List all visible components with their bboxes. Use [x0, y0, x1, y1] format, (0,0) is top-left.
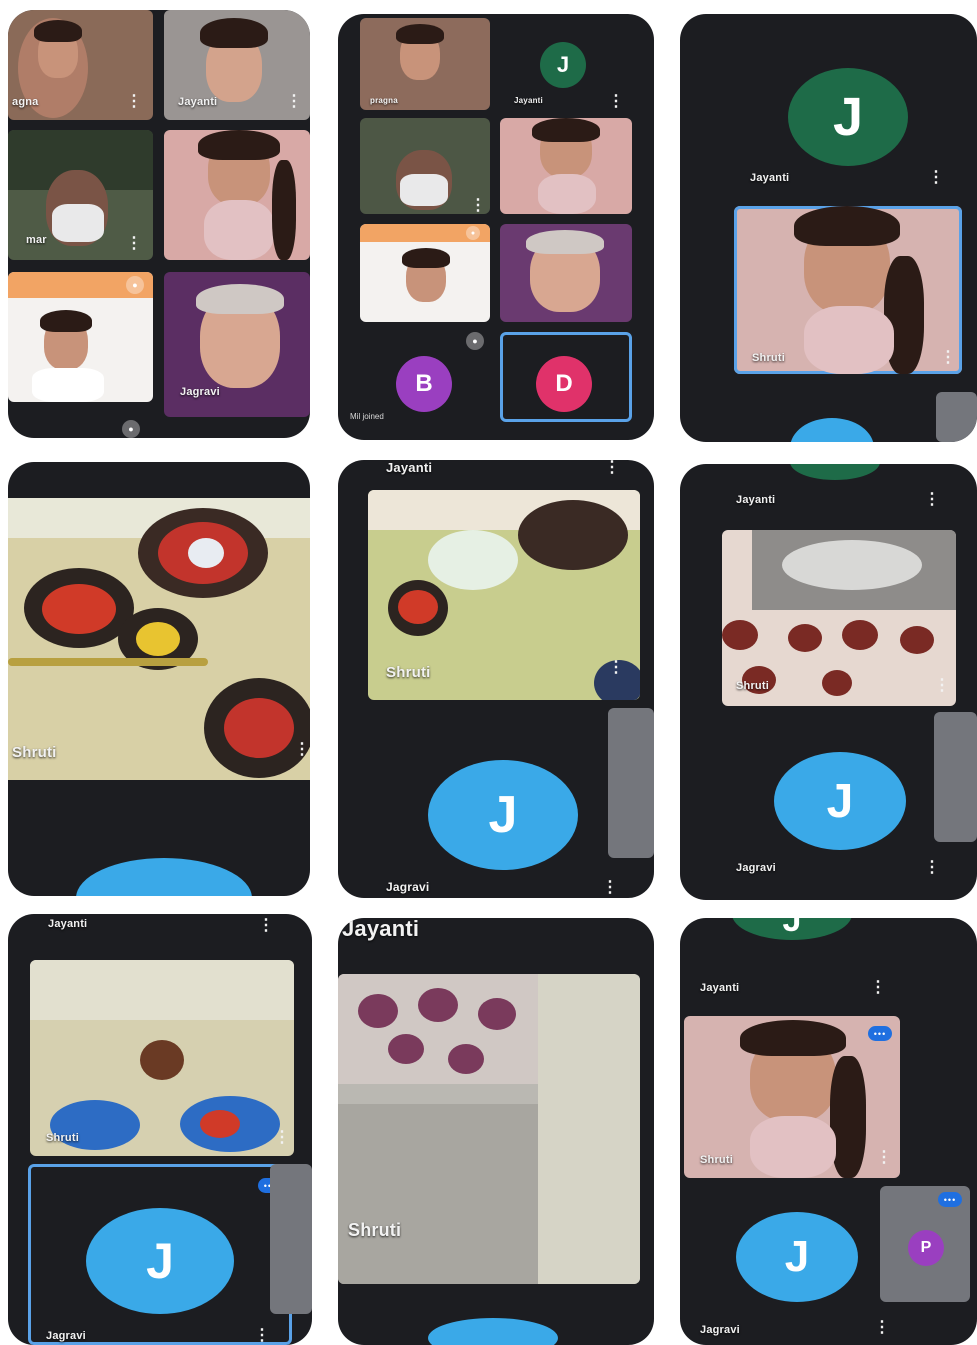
screenshot-screen-share: Shruti ⋮ — [8, 462, 310, 896]
video-tile-selected[interactable]: D — [500, 332, 632, 422]
more-vert-icon[interactable]: ⋮ — [934, 678, 950, 694]
participant-name: Jagravi — [180, 386, 220, 398]
screenshot-grid-call-2: pragna J Jayanti ⋮ ⋮ ● ● B D Mil joined — [338, 14, 654, 440]
video-tile[interactable] — [500, 224, 632, 322]
more-vert-icon[interactable]: ⋮ — [470, 198, 486, 214]
participant-name: Shruti — [736, 680, 769, 692]
self-view-thumbnail[interactable] — [608, 708, 654, 858]
participant-name: Shruti — [12, 744, 57, 761]
video-tile[interactable]: Jagravi — [164, 272, 310, 417]
more-vert-icon[interactable]: ⋮ — [940, 350, 956, 366]
screenshot-screen-share-3: Jayanti ⋮ Shruti ⋮ J Jagravi ⋮ — [680, 464, 977, 900]
participant-name: Jayanti — [386, 460, 433, 475]
avatar: D — [536, 356, 592, 412]
avatar: J — [732, 918, 852, 940]
avatar — [428, 1318, 558, 1345]
participant-name: Jayanti — [178, 96, 218, 108]
mic-off-icon: ● — [122, 420, 140, 438]
participant-name: Jayanti — [700, 982, 740, 994]
self-view-thumbnail[interactable] — [936, 392, 977, 442]
mic-off-icon: ● — [466, 226, 480, 240]
shared-video-tile[interactable]: Shruti ⋮ — [8, 498, 310, 780]
shared-video-tile[interactable]: Shruti ⋮ — [30, 960, 294, 1156]
avatar: J — [736, 1212, 858, 1302]
more-vert-icon[interactable]: ⋮ — [274, 1130, 290, 1146]
more-vert-icon[interactable]: ⋮ — [286, 94, 302, 110]
mic-off-icon: ● — [126, 276, 144, 294]
screenshot-grid-call: agna ⋮ Jayanti ⋮ mar ⋮ ● Jagravi ● — [8, 10, 310, 438]
avatar — [76, 858, 252, 896]
screenshot-screen-share-5: Jayanti Shruti — [338, 918, 654, 1345]
video-tile[interactable]: pragna — [360, 18, 490, 110]
self-view-thumbnail[interactable] — [934, 712, 977, 842]
more-vert-icon[interactable]: ⋮ — [254, 1328, 270, 1344]
speaking-indicator-icon: ••• — [938, 1192, 962, 1207]
participant-name: Jagravi — [700, 1324, 740, 1336]
participant-name: Jayanti — [736, 494, 776, 506]
more-vert-icon[interactable]: ⋮ — [604, 460, 620, 476]
more-vert-icon[interactable]: ⋮ — [258, 918, 274, 934]
video-tile[interactable]: ● — [360, 224, 490, 322]
speaking-indicator-icon: ••• — [868, 1026, 892, 1041]
self-view-thumbnail[interactable] — [270, 1164, 312, 1314]
avatar: P — [908, 1230, 944, 1266]
avatar: B — [396, 356, 452, 412]
participant-name: Shruti — [386, 664, 431, 681]
video-tile[interactable]: ● — [8, 272, 153, 402]
participant-name: Jayanti — [514, 96, 543, 105]
participant-name: Jagravi — [386, 880, 430, 894]
avatar — [790, 418, 874, 442]
mic-off-icon: ● — [466, 332, 484, 350]
participant-name: agna — [12, 96, 39, 108]
video-tile-selected[interactable]: ••• J Jagravi ⋮ — [28, 1164, 292, 1345]
video-tile[interactable] — [500, 118, 632, 214]
participant-name: Jayanti — [48, 918, 88, 930]
avatar: J — [788, 68, 908, 166]
screenshot-screen-share-4: Jayanti ⋮ Shruti ⋮ ••• J Jagravi ⋮ — [8, 914, 312, 1345]
join-status: Mil joined — [350, 412, 384, 421]
shared-video-tile[interactable]: Shruti — [338, 974, 640, 1284]
video-tile[interactable]: ⋮ — [360, 118, 490, 214]
participant-name: Shruti — [348, 1220, 402, 1240]
avatar: J — [86, 1208, 234, 1314]
avatar: J — [540, 42, 586, 88]
video-tile[interactable]: mar ⋮ — [8, 130, 153, 260]
more-vert-icon[interactable]: ⋮ — [928, 170, 944, 186]
screenshot-spotlight-2: J Jayanti ⋮ ••• Shruti ⋮ J Jagravi ⋮ •••… — [680, 918, 977, 1345]
participant-name: Jayanti — [750, 172, 790, 184]
self-view-thumbnail[interactable]: ••• P — [880, 1186, 970, 1302]
more-vert-icon[interactable]: ⋮ — [602, 880, 618, 896]
more-vert-icon[interactable]: ⋮ — [126, 94, 142, 110]
more-vert-icon[interactable]: ⋮ — [608, 94, 624, 110]
screenshot-screen-share-2: Jayanti ⋮ Shruti ⋮ J Jagravi ⋮ — [338, 460, 654, 898]
participant-name: Jagravi — [736, 862, 776, 874]
video-tile[interactable]: agna ⋮ — [8, 10, 153, 120]
more-vert-icon[interactable]: ⋮ — [924, 860, 940, 876]
video-tile[interactable]: ••• Shruti ⋮ — [684, 1016, 900, 1178]
more-vert-icon[interactable]: ⋮ — [608, 660, 624, 676]
participant-name: mar — [26, 234, 47, 246]
participant-name: pragna — [370, 96, 398, 105]
more-vert-icon[interactable]: ⋮ — [126, 236, 142, 252]
shared-video-tile[interactable]: Shruti ⋮ — [368, 490, 640, 700]
participant-name: Jagravi — [46, 1330, 86, 1342]
avatar: J — [774, 752, 906, 850]
video-tile[interactable]: Jayanti ⋮ — [164, 10, 310, 120]
video-tile[interactable] — [164, 130, 310, 260]
more-vert-icon[interactable]: ⋮ — [870, 980, 886, 996]
participant-name: Shruti — [700, 1154, 733, 1166]
more-vert-icon[interactable]: ⋮ — [876, 1150, 892, 1166]
avatar: J — [428, 760, 578, 870]
participant-name: Shruti — [46, 1132, 79, 1144]
more-vert-icon[interactable]: ⋮ — [924, 492, 940, 508]
participant-name: Shruti — [752, 352, 785, 364]
video-tile-selected[interactable]: Shruti ⋮ — [734, 206, 962, 374]
participant-name: Jayanti — [342, 918, 420, 941]
more-vert-icon[interactable]: ⋮ — [874, 1320, 890, 1336]
more-vert-icon[interactable]: ⋮ — [294, 742, 310, 758]
screenshot-spotlight: J Jayanti ⋮ Shruti ⋮ — [680, 14, 977, 442]
shared-video-tile[interactable]: Shruti ⋮ — [722, 530, 956, 706]
